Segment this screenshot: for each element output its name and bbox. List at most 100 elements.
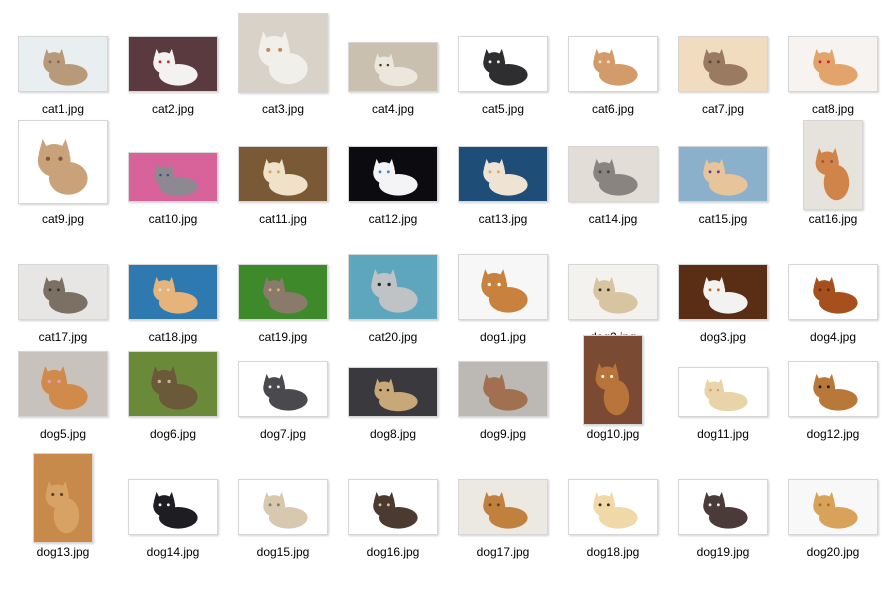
thumbnail-area (8, 120, 118, 210)
image-thumbnail[interactable] (568, 146, 658, 202)
file-item[interactable]: cat14.jpg (558, 120, 668, 232)
file-item[interactable]: dog19.jpg (668, 453, 778, 565)
animal-eye (826, 60, 830, 64)
animal-eye (598, 170, 602, 174)
file-item[interactable]: dog12.jpg (778, 335, 883, 447)
image-thumbnail[interactable] (788, 361, 878, 417)
file-item[interactable]: dog2.jpg (558, 238, 668, 350)
file-item[interactable]: dog13.jpg (8, 453, 118, 565)
image-thumbnail[interactable] (128, 152, 218, 202)
image-thumbnail[interactable] (348, 42, 438, 92)
file-item[interactable]: cat6.jpg (558, 10, 668, 122)
thumbnail-area (778, 335, 883, 425)
file-item[interactable]: cat4.jpg (338, 10, 448, 122)
file-item[interactable]: cat20.jpg (338, 238, 448, 350)
file-item[interactable]: cat12.jpg (338, 120, 448, 232)
file-item[interactable]: cat17.jpg (8, 238, 118, 350)
photo-image (129, 37, 217, 91)
file-item[interactable]: dog16.jpg (338, 453, 448, 565)
image-thumbnail[interactable] (348, 254, 438, 320)
animal-eye (268, 170, 272, 174)
file-item[interactable]: cat18.jpg (118, 238, 228, 350)
image-thumbnail[interactable] (128, 264, 218, 320)
image-thumbnail[interactable] (458, 36, 548, 92)
image-thumbnail[interactable] (583, 335, 643, 425)
image-thumbnail[interactable] (678, 367, 768, 417)
image-thumbnail[interactable] (238, 479, 328, 535)
animal-eye (708, 503, 712, 507)
image-thumbnail[interactable] (128, 479, 218, 535)
file-item[interactable]: dog8.jpg (338, 335, 448, 447)
thumbnail-area (668, 453, 778, 543)
image-thumbnail[interactable] (348, 146, 438, 202)
image-thumbnail[interactable] (18, 264, 108, 320)
file-item[interactable]: dog5.jpg (8, 335, 118, 447)
file-item[interactable]: dog18.jpg (558, 453, 668, 565)
image-thumbnail[interactable] (678, 479, 768, 535)
file-item[interactable]: dog7.jpg (228, 335, 338, 447)
file-item[interactable]: cat1.jpg (8, 10, 118, 122)
image-thumbnail[interactable] (33, 453, 93, 543)
image-thumbnail[interactable] (348, 479, 438, 535)
image-thumbnail[interactable] (458, 361, 548, 417)
file-name-label: cat6.jpg (591, 102, 635, 116)
photo-image (19, 37, 107, 91)
thumbnail-area (558, 335, 668, 425)
file-item[interactable]: cat5.jpg (448, 10, 558, 122)
thumbnail-area (338, 453, 448, 543)
file-item[interactable]: dog6.jpg (118, 335, 228, 447)
image-thumbnail[interactable] (678, 264, 768, 320)
image-thumbnail[interactable] (803, 120, 863, 210)
file-item[interactable]: dog11.jpg (668, 335, 778, 447)
animal-eye (58, 156, 63, 161)
file-item[interactable]: cat7.jpg (668, 10, 778, 122)
image-thumbnail[interactable] (458, 479, 548, 535)
image-thumbnail[interactable] (18, 351, 108, 417)
image-thumbnail[interactable] (348, 367, 438, 417)
file-item[interactable]: dog4.jpg (778, 238, 883, 350)
file-name-label: dog17.jpg (476, 545, 530, 559)
file-item[interactable]: dog1.jpg (448, 238, 558, 350)
file-item[interactable]: cat19.jpg (228, 238, 338, 350)
image-thumbnail[interactable] (568, 264, 658, 320)
image-thumbnail[interactable] (238, 361, 328, 417)
image-thumbnail[interactable] (238, 264, 328, 320)
file-item[interactable]: cat10.jpg (118, 120, 228, 232)
image-thumbnail[interactable] (238, 146, 328, 202)
file-item[interactable]: cat13.jpg (448, 120, 558, 232)
file-name-label: dog10.jpg (586, 427, 640, 441)
file-item[interactable]: dog14.jpg (118, 453, 228, 565)
image-thumbnail[interactable] (458, 146, 548, 202)
image-thumbnail[interactable] (238, 13, 328, 93)
image-thumbnail[interactable] (788, 36, 878, 92)
file-item[interactable]: cat3.jpg (228, 10, 338, 122)
image-thumbnail[interactable] (128, 351, 218, 417)
image-thumbnail[interactable] (678, 146, 768, 202)
image-thumbnail[interactable] (18, 36, 108, 92)
file-item[interactable]: cat8.jpg (778, 10, 883, 122)
thumbnail-area (448, 335, 558, 425)
file-item[interactable]: dog3.jpg (668, 238, 778, 350)
image-thumbnail[interactable] (128, 36, 218, 92)
file-item[interactable]: cat2.jpg (118, 10, 228, 122)
thumbnail-area (338, 120, 448, 210)
image-thumbnail[interactable] (678, 36, 768, 92)
file-item[interactable]: dog10.jpg (558, 335, 668, 447)
file-item[interactable]: dog9.jpg (448, 335, 558, 447)
file-item[interactable]: cat11.jpg (228, 120, 338, 232)
file-item[interactable]: dog15.jpg (228, 453, 338, 565)
image-thumbnail[interactable] (788, 479, 878, 535)
animal-eye (716, 60, 720, 64)
file-item[interactable]: dog20.jpg (778, 453, 883, 565)
file-item[interactable]: cat15.jpg (668, 120, 778, 232)
file-item[interactable]: cat16.jpg (778, 120, 883, 232)
image-thumbnail[interactable] (18, 120, 108, 204)
image-thumbnail[interactable] (568, 36, 658, 92)
image-thumbnail[interactable] (568, 479, 658, 535)
thumbnail-area (228, 10, 338, 100)
file-thumbnail-grid: cat1.jpg cat2.jpg cat3.jpg cat4.jpg cat5.jpg… (0, 0, 883, 590)
image-thumbnail[interactable] (458, 254, 548, 320)
image-thumbnail[interactable] (788, 264, 878, 320)
file-item[interactable]: dog17.jpg (448, 453, 558, 565)
file-item[interactable]: cat9.jpg (8, 120, 118, 232)
